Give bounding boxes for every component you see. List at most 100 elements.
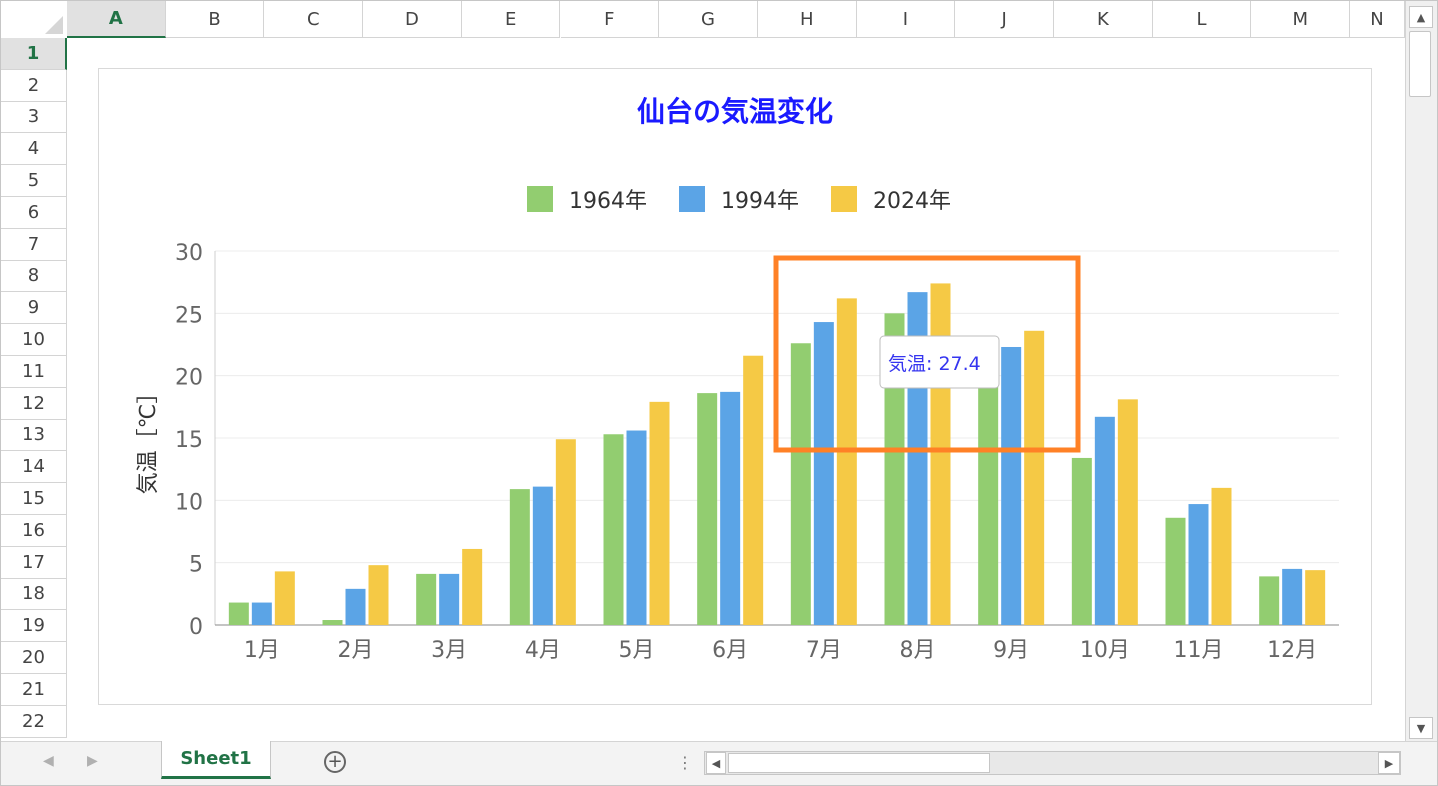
x-tick-label: 1月: [244, 638, 280, 663]
row-header-12[interactable]: 12: [1, 387, 67, 420]
bar-1-2: [439, 573, 460, 625]
column-header-d[interactable]: D: [363, 1, 462, 38]
scroll-left-icon: ◀: [711, 756, 721, 770]
legend-label-1: 1994年: [721, 189, 799, 214]
vertical-scroll-thumb[interactable]: [1409, 31, 1431, 97]
column-header-l[interactable]: L: [1152, 1, 1252, 38]
x-tick-label: 2月: [338, 638, 374, 663]
row-header-21[interactable]: 21: [1, 674, 67, 706]
bar-1-10: [1188, 504, 1209, 625]
bar-2-6: [836, 298, 857, 625]
bar-0-5: [697, 393, 718, 625]
legend-swatch-1: [679, 186, 705, 212]
scroll-up-button[interactable]: ▲: [1409, 6, 1433, 28]
bar-0-9: [1071, 457, 1092, 625]
scroll-down-button[interactable]: ▼: [1409, 717, 1433, 739]
bar-2-10: [1211, 487, 1232, 625]
row-header-18[interactable]: 18: [1, 578, 67, 611]
bar-0-8: [978, 363, 999, 625]
chart-svg: 仙台の気温変化 1964年 1994年 2024年 0 5 10 15 20 25 30 気温［℃］ 1…: [136, 95, 1339, 663]
select-all-triangle-icon: [45, 16, 63, 34]
tooltip-text: 気温: 27.4: [888, 353, 981, 375]
next-sheet-nav-icon[interactable]: ▶: [87, 753, 98, 769]
column-header-b[interactable]: B: [165, 1, 265, 38]
bar-1-1: [345, 588, 366, 625]
x-tick-label: 11月: [1174, 638, 1224, 663]
bar-2-0: [274, 571, 295, 625]
splitter-icon[interactable]: ⋮: [677, 753, 693, 772]
row-header-13[interactable]: 13: [1, 419, 67, 452]
row-header-5[interactable]: 5: [1, 165, 67, 197]
column-header-c[interactable]: C: [264, 1, 364, 38]
column-header-n[interactable]: N: [1350, 1, 1405, 38]
row-header-19[interactable]: 19: [1, 610, 67, 643]
row-header-3[interactable]: 3: [1, 101, 67, 134]
legend-label-0: 1964年: [569, 189, 647, 214]
row-header-8[interactable]: 8: [1, 260, 67, 293]
row-header-10[interactable]: 10: [1, 324, 67, 356]
scroll-down-icon: ▼: [1416, 721, 1426, 735]
y-tick-label: 25: [175, 303, 203, 328]
scroll-right-icon: ▶: [1384, 756, 1394, 770]
column-header-i[interactable]: I: [856, 1, 956, 38]
x-tick-label: 7月: [806, 638, 842, 663]
row-header-4[interactable]: 4: [1, 133, 67, 166]
row-header-2[interactable]: 2: [1, 69, 67, 102]
bar-1-4: [626, 430, 647, 625]
bar-2-4: [649, 401, 670, 625]
spreadsheet-window: ABCDEFGHIJKLMN 1 2 3 4 5 6 7 8 9 10 11 12 13 14 15 16 17…: [0, 0, 1438, 786]
row-header-1[interactable]: 1: [1, 38, 67, 70]
select-all-corner[interactable]: [1, 1, 68, 39]
row-header-11[interactable]: 11: [1, 356, 67, 388]
bar-0-10: [1165, 517, 1186, 625]
x-tick-label: 4月: [525, 638, 561, 663]
vertical-scrollbar[interactable]: [1405, 1, 1437, 741]
bar-2-8: [1024, 330, 1045, 625]
y-tick-label: 5: [189, 553, 203, 578]
bar-1-9: [1094, 416, 1115, 625]
column-header-e[interactable]: E: [461, 1, 561, 38]
horizontal-scroll-thumb[interactable]: [728, 753, 990, 773]
column-header-f[interactable]: F: [560, 1, 660, 38]
bar-1-0: [251, 602, 272, 625]
bar-2-3: [555, 439, 576, 625]
x-tick-label: 10月: [1080, 638, 1130, 663]
column-header-k[interactable]: K: [1054, 1, 1153, 38]
scroll-up-icon: ▲: [1416, 10, 1426, 24]
row-header-17[interactable]: 17: [1, 546, 67, 579]
legend-swatch-0: [527, 186, 553, 212]
x-tick-label: 9月: [993, 638, 1029, 663]
bar-0-6: [790, 343, 811, 625]
row-header-14[interactable]: 14: [1, 451, 67, 484]
row-header-9[interactable]: 9: [1, 292, 67, 325]
x-tick-label: 8月: [900, 638, 936, 663]
column-header-m[interactable]: M: [1251, 1, 1351, 38]
row-header-20[interactable]: 20: [1, 642, 67, 674]
x-tick-label: 6月: [712, 638, 748, 663]
row-header-15[interactable]: 15: [1, 483, 67, 515]
column-header-h[interactable]: H: [757, 1, 857, 38]
y-tick-label: 30: [175, 241, 203, 266]
bar-2-1: [368, 565, 389, 625]
y-tick-label: 15: [175, 428, 203, 453]
scroll-left-button[interactable]: ◀: [706, 752, 726, 774]
chart-area[interactable]: 仙台の気温変化 1964年 1994年 2024年 0 5 10 15 20 25 30 気温［℃］ 1…: [98, 68, 1372, 705]
row-header-22[interactable]: 22: [1, 705, 67, 738]
column-header-a[interactable]: A: [67, 1, 166, 38]
bar-0-2: [416, 573, 437, 625]
x-tick-label: 12月: [1267, 638, 1317, 663]
bar-0-3: [509, 489, 530, 625]
row-header-6[interactable]: 6: [1, 197, 67, 229]
row-header-7[interactable]: 7: [1, 228, 67, 261]
y-tick-label: 10: [175, 490, 203, 515]
x-tick-label: 5月: [619, 638, 655, 663]
bar-0-0: [228, 602, 249, 625]
column-header-g[interactable]: G: [659, 1, 758, 38]
column-header-j[interactable]: J: [955, 1, 1054, 38]
sheet-tab-active[interactable]: Sheet1: [161, 741, 271, 779]
add-sheet-icon[interactable]: +: [324, 751, 346, 773]
prev-sheet-nav-icon[interactable]: ◀: [43, 753, 54, 769]
scroll-right-button[interactable]: ▶: [1378, 752, 1400, 774]
chart-title: 仙台の気温変化: [637, 95, 833, 128]
row-header-16[interactable]: 16: [1, 515, 67, 547]
